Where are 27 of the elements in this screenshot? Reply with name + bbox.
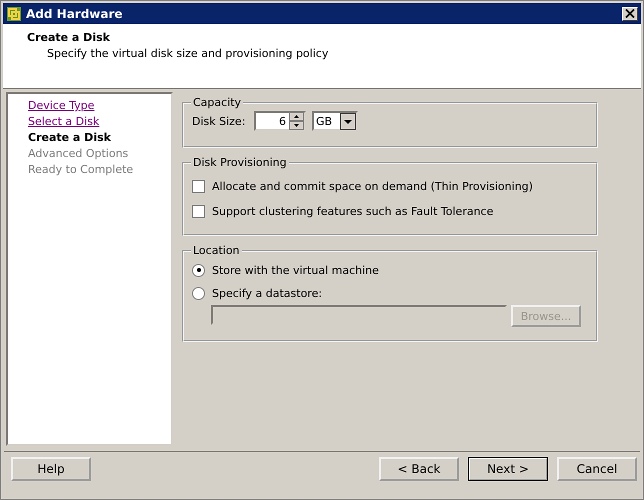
wizard-button[interactable]: < Back [379, 457, 459, 481]
checkbox[interactable] [192, 204, 205, 218]
checkbox-label: Support clustering features such as Fault Tolerance [212, 204, 494, 218]
disk-size-field[interactable]: 6 [254, 111, 306, 131]
wizard-button[interactable]: Next > [468, 457, 548, 481]
radio-label: Specify a datastore: [212, 286, 322, 300]
close-button[interactable] [622, 6, 638, 20]
checkbox-label: Allocate and commit space on demand (Thin Provisioning) [212, 180, 533, 192]
window-title: Add Hardware [26, 6, 124, 20]
page-title: Create a Disk [27, 31, 111, 44]
step-link[interactable]: Device Type [28, 98, 94, 114]
group-title: Disk Provisioning [192, 156, 288, 169]
radio-button[interactable] [192, 286, 205, 300]
unit-dropdown[interactable]: GB [312, 111, 358, 131]
radio-label: Store with the virtual machine [212, 264, 379, 276]
radio-button[interactable] [192, 264, 205, 276]
field-label: Disk Size: [192, 114, 246, 128]
step-link[interactable]: Select a Disk [28, 114, 100, 130]
close-icon [625, 9, 635, 18]
group-title: Capacity [192, 96, 242, 109]
wizard-button[interactable]: Cancel [557, 457, 637, 481]
group-title: Location [192, 244, 241, 257]
checkbox[interactable] [192, 180, 205, 192]
squares-icon [6, 6, 22, 22]
help-button[interactable]: Help [11, 457, 91, 481]
page-subtitle: Specify the virtual disk size and provisioning policy [46, 47, 330, 60]
spinner-icon [289, 112, 304, 130]
